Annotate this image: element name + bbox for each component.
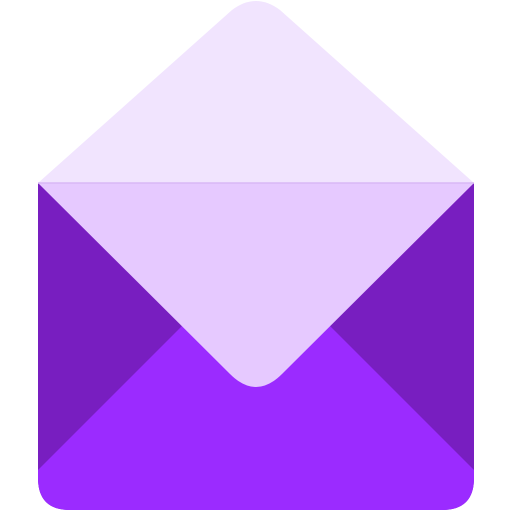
icon-canvas (0, 0, 512, 512)
open-envelope-icon (38, 1, 474, 510)
envelope-top-flap (38, 1, 474, 183)
